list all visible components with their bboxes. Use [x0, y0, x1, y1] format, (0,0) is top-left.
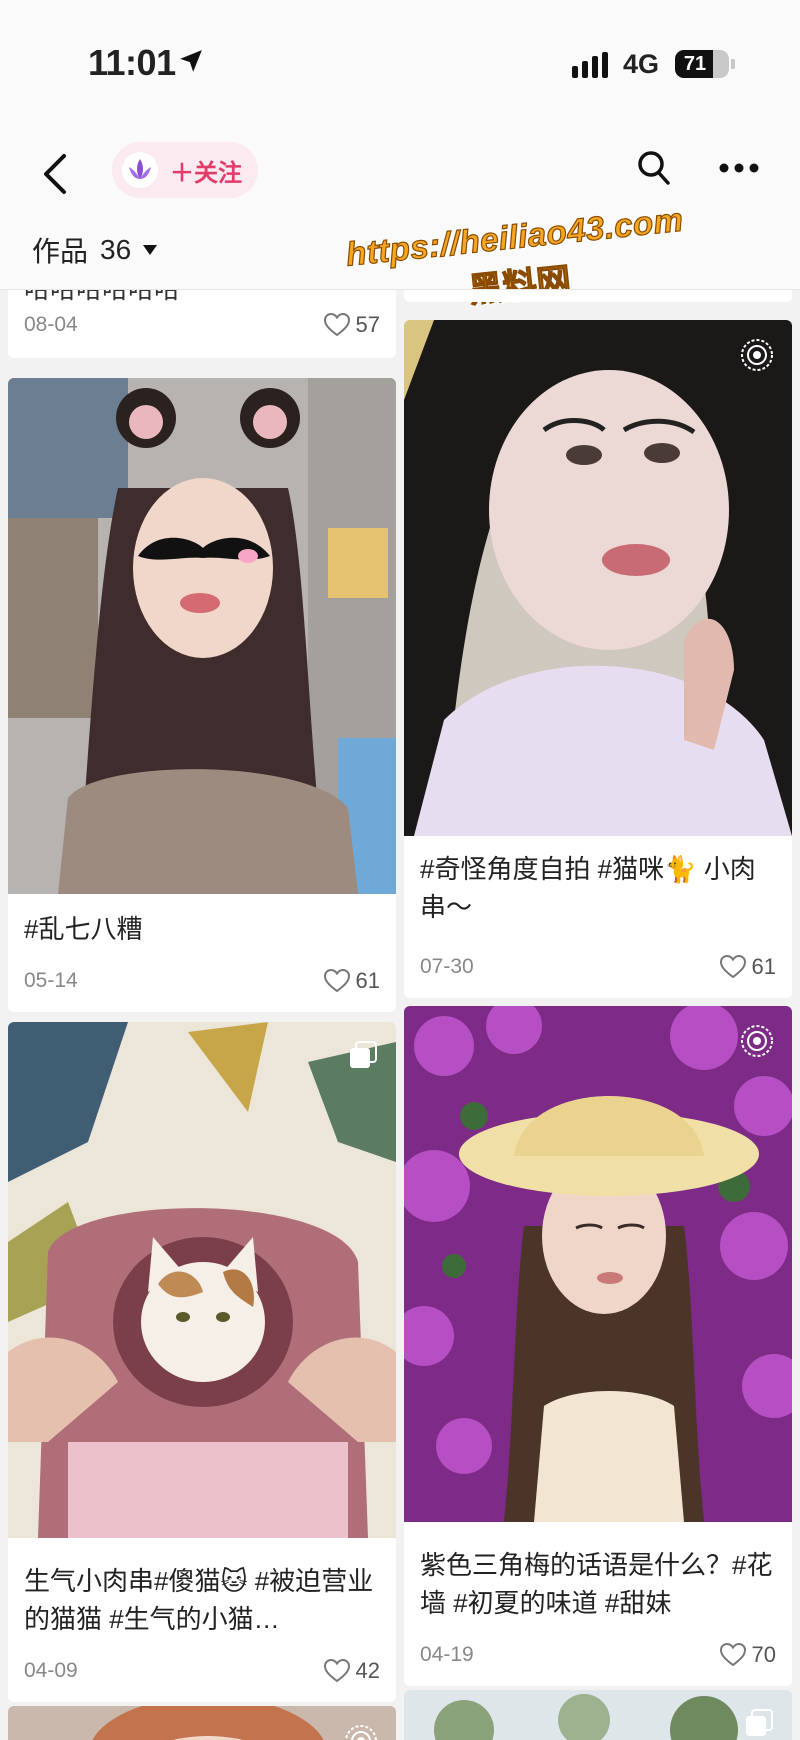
post-date: 04-09: [24, 1659, 78, 1682]
follow-button[interactable]: ＋关注: [112, 142, 258, 198]
avatar: [122, 152, 158, 188]
works-count: 36: [100, 234, 132, 265]
live-photo-icon: [741, 1025, 773, 1057]
back-arrow-icon[interactable]: [38, 150, 74, 198]
post-photo: [8, 1706, 396, 1740]
signal-icon: [572, 52, 608, 78]
like-count: 61: [355, 968, 380, 993]
like-button[interactable]: 42: [323, 1658, 380, 1684]
heart-icon: [719, 955, 746, 979]
like-count: 42: [355, 1658, 380, 1683]
post-card[interactable]: [404, 290, 792, 302]
post-photo: [8, 1022, 396, 1538]
post-card[interactable]: [404, 1690, 792, 1740]
network-type: 4G: [623, 49, 660, 79]
post-card[interactable]: #奇怪角度自拍 #猫咪🐈 小肉串～ 07-30 61: [404, 320, 792, 998]
works-label: 作品: [32, 236, 89, 267]
like-button[interactable]: 57: [323, 312, 380, 338]
selfie-photo: [8, 378, 396, 894]
cat-photo: [8, 1022, 396, 1538]
battery-percent: 71: [683, 53, 707, 75]
post-caption: #奇怪角度自拍 #猫咪🐈 小肉串～: [420, 854, 756, 922]
post-caption: #乱七八糟: [24, 914, 143, 944]
live-photo-icon: [741, 339, 773, 371]
post-card[interactable]: 哈哈哈哈哈哈 08-04 57: [8, 290, 396, 358]
post-meta: 04-19 70: [420, 1642, 776, 1668]
location-arrow-icon: [180, 50, 202, 72]
post-photo: [8, 378, 396, 894]
post-photo: [404, 1006, 792, 1522]
post-caption: 哈哈哈哈哈哈: [24, 290, 380, 308]
search-icon[interactable]: [636, 148, 672, 188]
post-photo: [404, 1690, 792, 1740]
heart-icon: [323, 969, 350, 993]
selfie-photo: [404, 320, 792, 836]
battery-cap: [731, 59, 735, 69]
works-feed: 哈哈哈哈哈哈 08-04 57: [0, 290, 800, 1740]
like-button[interactable]: 61: [323, 968, 380, 994]
caret-down-icon: [143, 245, 158, 255]
post-card[interactable]: [8, 1706, 396, 1740]
multi-image-icon: [746, 1709, 773, 1736]
heart-icon: [323, 313, 350, 337]
battery-icon: 71: [675, 50, 729, 78]
like-count: 57: [355, 312, 380, 337]
post-date: 08-04: [24, 313, 78, 336]
post-card[interactable]: #乱七八糟 05-14 61: [8, 378, 396, 1012]
post-card[interactable]: 生气小肉串#傻猫🐱 #被迫营业的猫猫 #生气的小猫… 04-09 42: [8, 1022, 396, 1702]
clock: 11:01: [88, 42, 176, 83]
post-meta: 08-04 57: [24, 312, 380, 338]
post-caption: 生气小肉串#傻猫🐱 #被迫营业的猫猫 #生气的小猫…: [24, 1566, 374, 1634]
post-date: 07-30: [420, 955, 474, 978]
lotus-icon: [129, 159, 151, 179]
post-meta: 04-09 42: [24, 1658, 380, 1684]
multi-image-icon: [350, 1041, 377, 1068]
post-date: 04-19: [420, 1643, 474, 1666]
follow-label: ＋关注: [170, 159, 242, 187]
post-date: 05-14: [24, 969, 78, 992]
like-button[interactable]: 70: [719, 1642, 776, 1668]
like-count: 70: [751, 1642, 776, 1667]
like-button[interactable]: 61: [719, 954, 776, 980]
heart-icon: [323, 1659, 350, 1683]
status-bar: 11:01 4G 71: [0, 0, 800, 130]
works-dropdown[interactable]: 作品 36: [32, 230, 158, 270]
live-photo-icon: [345, 1725, 377, 1740]
heart-icon: [719, 1643, 746, 1667]
post-meta: 07-30 61: [420, 954, 776, 980]
post-meta: 05-14 61: [24, 968, 380, 994]
like-count: 61: [751, 954, 776, 979]
more-options-icon[interactable]: [718, 162, 760, 174]
profile-header: ＋关注 作品 36 https://heiliao43.com 黑料网: [0, 130, 800, 311]
post-photo: [404, 320, 792, 836]
portrait-photo: [404, 1006, 792, 1522]
post-card[interactable]: 紫色三角梅的话语是什么？#花墙 #初夏的味道 #甜妹 04-19 70: [404, 1006, 792, 1686]
post-caption: 紫色三角梅的话语是什么？#花墙 #初夏的味道 #甜妹: [420, 1550, 773, 1618]
